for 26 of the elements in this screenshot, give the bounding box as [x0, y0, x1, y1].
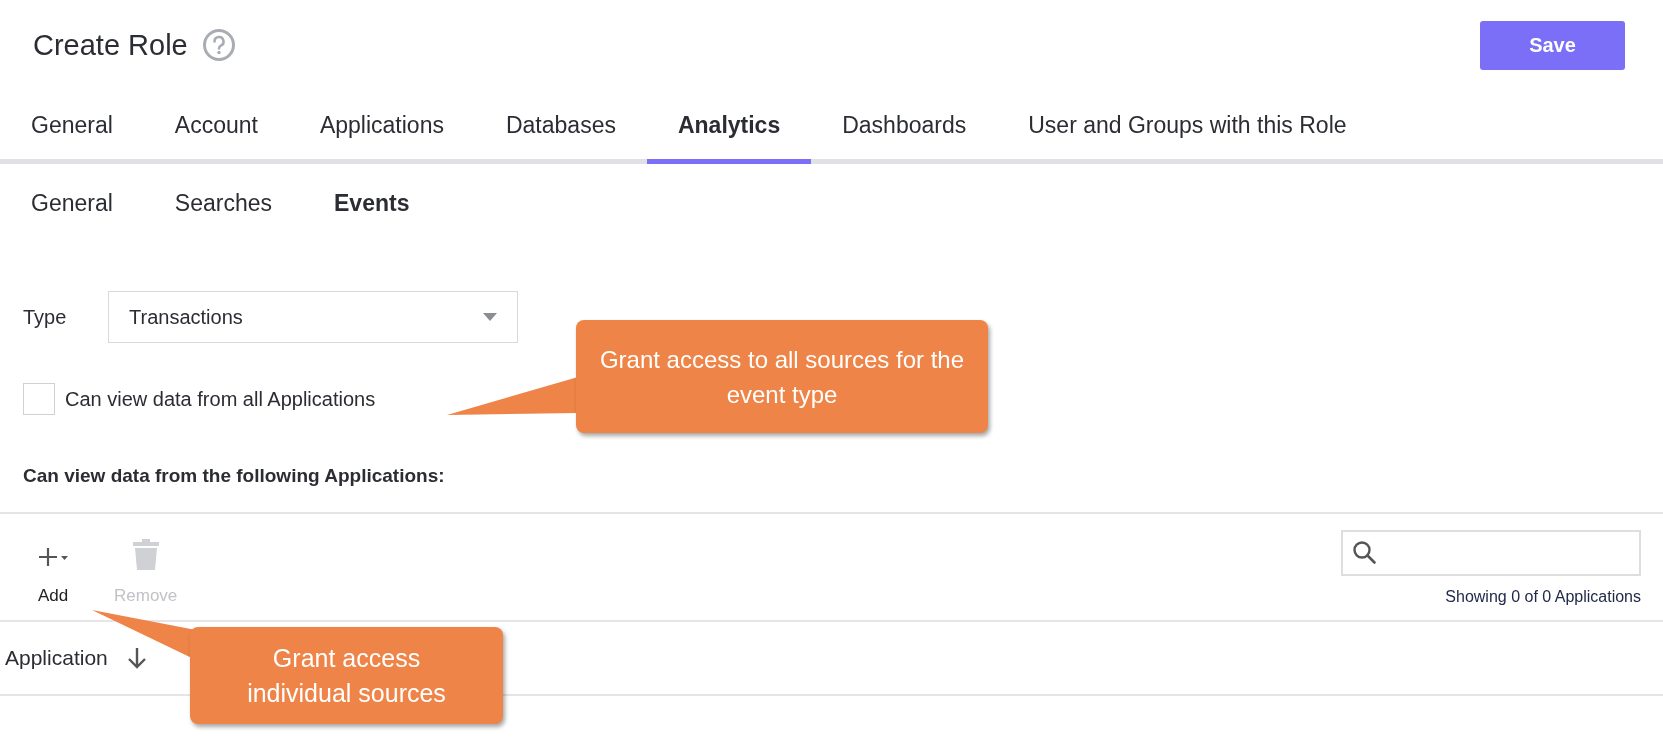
section-heading: Can view data from the following Applications:: [22, 465, 446, 487]
sort-arrow-icon: [125, 646, 148, 670]
search-icon: [1351, 539, 1379, 567]
type-dropdown[interactable]: Transactions: [108, 291, 518, 343]
save-button[interactable]: Save: [1480, 20, 1625, 70]
tab[interactable]: Account: [143, 102, 289, 164]
checkbox[interactable]: [23, 383, 55, 415]
help-icon[interactable]: [201, 28, 236, 62]
tab[interactable]: Dashboards: [811, 102, 998, 164]
checkbox-label: Can view data from all Applications: [65, 387, 376, 411]
tab[interactable]: General: [0, 102, 144, 164]
tab[interactable]: Applications: [288, 102, 475, 164]
tab[interactable]: User and Groups with this Role: [997, 102, 1378, 164]
results-count: Showing 0 of 0 Applications: [1445, 588, 1641, 606]
column-header[interactable]: Application: [0, 646, 148, 670]
search-field[interactable]: [1341, 530, 1641, 576]
type-label: Type: [23, 305, 68, 329]
tab[interactable]: Analytics: [646, 102, 812, 164]
subtab[interactable]: Events: [303, 182, 441, 225]
add-button[interactable]: Add: [26, 530, 80, 606]
caret-icon: [483, 313, 497, 321]
tab[interactable]: Databases: [474, 102, 647, 164]
callout: Grant access to all sources for the event type: [576, 320, 988, 433]
subtab[interactable]: Searches: [143, 182, 303, 225]
subtab[interactable]: General: [0, 182, 144, 225]
page-title: Create Role: [33, 28, 188, 62]
